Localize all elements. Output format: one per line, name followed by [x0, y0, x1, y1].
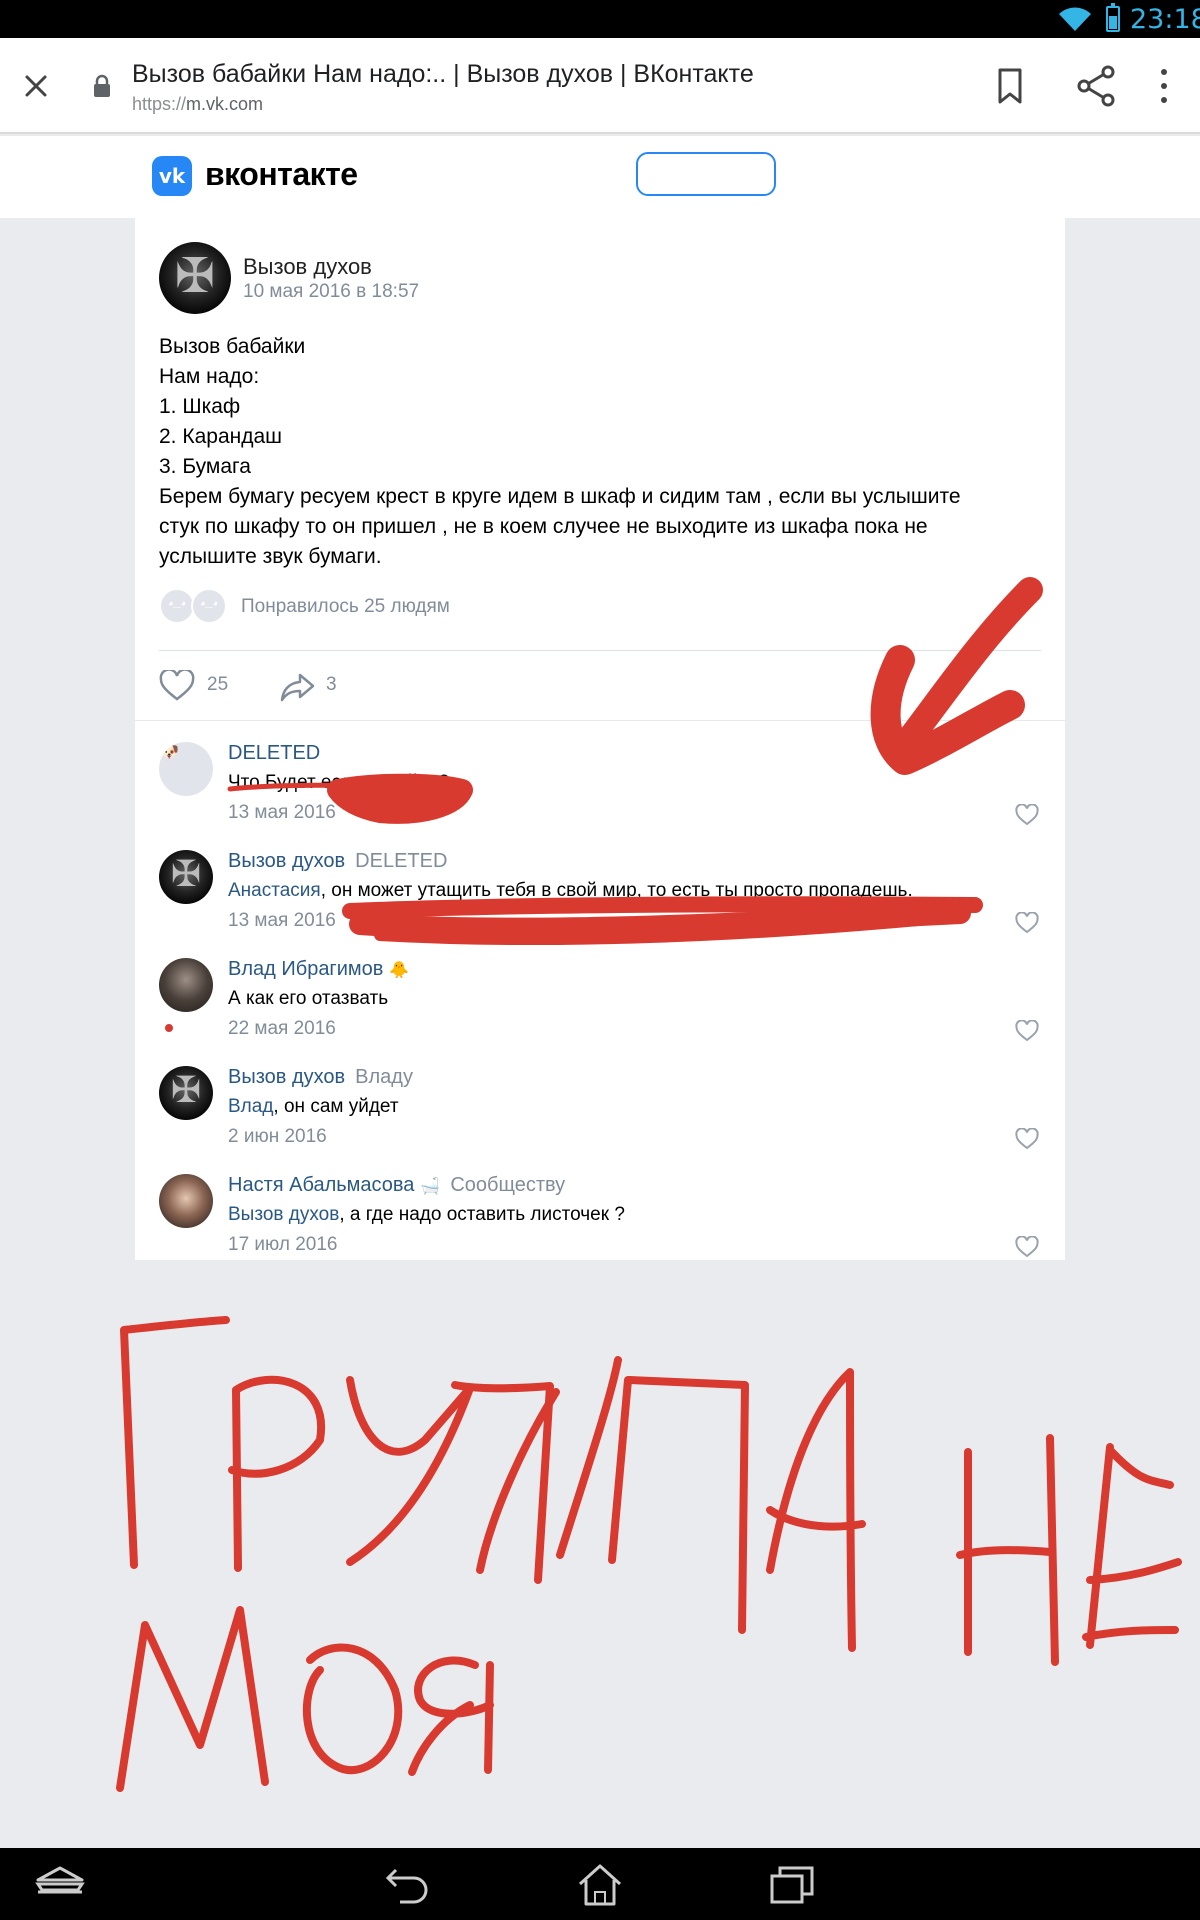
group-avatar[interactable] [159, 242, 231, 314]
post-author[interactable]: Вызов духов [243, 254, 372, 280]
comment-text: А как его отазвать [228, 988, 389, 1009]
share-button[interactable]: 3 [280, 666, 350, 706]
post-line: Нам надо: [159, 365, 260, 388]
comment-avatar[interactable] [159, 958, 213, 1012]
wifi-icon [1059, 7, 1091, 31]
url-protocol: https:// [132, 94, 187, 114]
post-date[interactable]: 10 мая 2016 в 18:57 [243, 281, 419, 303]
liked-by-text: Понравилось 25 людям [241, 596, 450, 617]
comment: DELETED Что Будет если я выйду? 13 мая 2… [135, 730, 1065, 838]
like-count: 25 [207, 674, 229, 695]
comment-date[interactable]: 22 мая 2016 [228, 1018, 336, 1040]
share-arrow-icon [280, 673, 315, 702]
comment-author[interactable]: Настя Абальмасова 🛁 Сообществу [228, 1174, 565, 1197]
comment-avatar[interactable] [159, 850, 213, 904]
mention-link[interactable]: Анастасия [228, 880, 321, 901]
comment-body: , он сам уйдет [273, 1096, 399, 1117]
page-title: Вызов бабайки Нам надо:.. | Вызов духов … [132, 60, 754, 88]
browser-toolbar: Вызов бабайки Нам надо:.. | Вызов духов … [0, 38, 1200, 134]
url-bar[interactable]: https://m.vk.com [132, 94, 263, 115]
comment: Влад Ибрагимов 🐥 А как его отазвать 22 ма… [135, 946, 1065, 1054]
heart-icon[interactable] [1015, 1236, 1039, 1258]
comments-divider [135, 720, 1065, 721]
vk-logo-icon[interactable]: vk [152, 156, 192, 196]
lock-icon [94, 74, 110, 97]
comment-date[interactable]: 17 июл 2016 [228, 1234, 338, 1256]
comment-text: Влад, он сам уйдет [228, 1096, 399, 1118]
reply-to[interactable]: Владу [355, 1066, 413, 1088]
header-button[interactable] [636, 152, 776, 196]
hide-nav-icon[interactable] [30, 1860, 90, 1908]
divider [159, 650, 1041, 651]
heart-icon[interactable] [1015, 912, 1039, 934]
handwriting-line-1 [120, 1316, 1182, 1666]
close-icon[interactable] [16, 66, 56, 106]
comment: Вызов духов DELETED Анастасия, он может у… [135, 838, 1065, 946]
comment-avatar[interactable] [159, 1066, 213, 1120]
comment: Вызов духов Владу Влад, он сам уйдет 2 ию… [135, 1054, 1065, 1162]
post-text: Вызов бабайки Нам надо: 1. Шкаф 2. Каран… [159, 332, 1039, 572]
comment-text: Вызов духов, а где надо оставить листоче… [228, 1204, 625, 1226]
status-time: 23:18 [1130, 4, 1200, 35]
like-button[interactable]: 25 [159, 666, 239, 706]
bookmark-icon[interactable] [990, 62, 1030, 110]
status-emoji: 🛁 [420, 1178, 441, 1195]
heart-icon [159, 670, 195, 701]
vk-header: vk вконтакте [0, 136, 1200, 218]
more-vert-icon[interactable] [1152, 62, 1176, 110]
share-icon[interactable] [1072, 62, 1120, 110]
comment-author-name[interactable]: Вызов духов [228, 850, 345, 872]
mention-link[interactable]: Вызов духов [228, 1204, 339, 1225]
comment-body: , он может утащить тебя в свой мир, то е… [320, 880, 913, 901]
reply-to[interactable]: Сообществу [450, 1174, 565, 1196]
comment-author-name[interactable]: Влад Ибрагимов [228, 958, 383, 980]
comment-avatar[interactable] [159, 742, 213, 796]
vk-wordmark[interactable]: вконтакте [205, 156, 358, 193]
comment-author-name[interactable]: Вызов духов [228, 1066, 345, 1088]
post-line: услышите звук бумаги. [159, 545, 382, 568]
heart-icon[interactable] [1015, 1128, 1039, 1150]
liker-avatar [159, 588, 195, 624]
post-line: Вызов бабайки [159, 335, 306, 358]
comment-author-name[interactable]: Настя Абальмасова [228, 1174, 414, 1196]
post-line: 1. Шкаф [159, 395, 241, 418]
battery-icon [1106, 3, 1120, 32]
share-count: 3 [326, 674, 337, 695]
reply-to[interactable]: DELETED [355, 850, 447, 872]
status-emoji: 🐥 [389, 962, 410, 979]
mention-link[interactable]: Влад [228, 1096, 273, 1117]
comment-body: , а где надо оставить листочек ? [339, 1204, 625, 1225]
status-bar: 23:18 [0, 0, 1200, 38]
back-icon[interactable] [378, 1860, 438, 1908]
post-line: 3. Бумага [159, 455, 251, 478]
comment: Настя Абальмасова 🛁 Сообществу Вызов духов… [135, 1162, 1065, 1270]
comment-author[interactable]: DELETED [228, 742, 320, 765]
heart-icon[interactable] [1015, 804, 1039, 826]
comment-date[interactable]: 2 июн 2016 [228, 1126, 327, 1148]
post-line: Берем бумагу ресуем крест в круге идем в… [159, 485, 961, 508]
post-card: Вызов духов 10 мая 2016 в 18:57 Вызов ба… [135, 218, 1065, 1260]
heart-icon[interactable] [1015, 1020, 1039, 1042]
comment-author[interactable]: Вызов духов Владу [228, 1066, 413, 1089]
recent-apps-icon[interactable] [762, 1860, 822, 1908]
comment-author[interactable]: Вызов духов DELETED [228, 850, 447, 873]
comment-date[interactable]: 13 мая 2016 [228, 802, 336, 824]
comment-date[interactable]: 13 мая 2016 [228, 910, 336, 932]
comment-author[interactable]: Влад Ибрагимов 🐥 [228, 958, 409, 981]
system-nav-bar [0, 1848, 1200, 1920]
comment-avatar[interactable] [159, 1174, 213, 1228]
comment-text: Анастасия, он может утащить тебя в свой … [228, 880, 913, 902]
handwriting-line-2 [116, 1606, 494, 1792]
url-host: m.vk.com [186, 94, 264, 114]
post-line: 2. Карандаш [159, 425, 282, 448]
post-line: стук по шкафу то он пришел , не в коем с… [159, 515, 928, 538]
comment-text: Что Будет если я выйду? [228, 772, 450, 793]
comment-author-name[interactable]: DELETED [228, 742, 320, 764]
liker-avatar [191, 588, 227, 624]
home-icon[interactable] [570, 1860, 630, 1908]
